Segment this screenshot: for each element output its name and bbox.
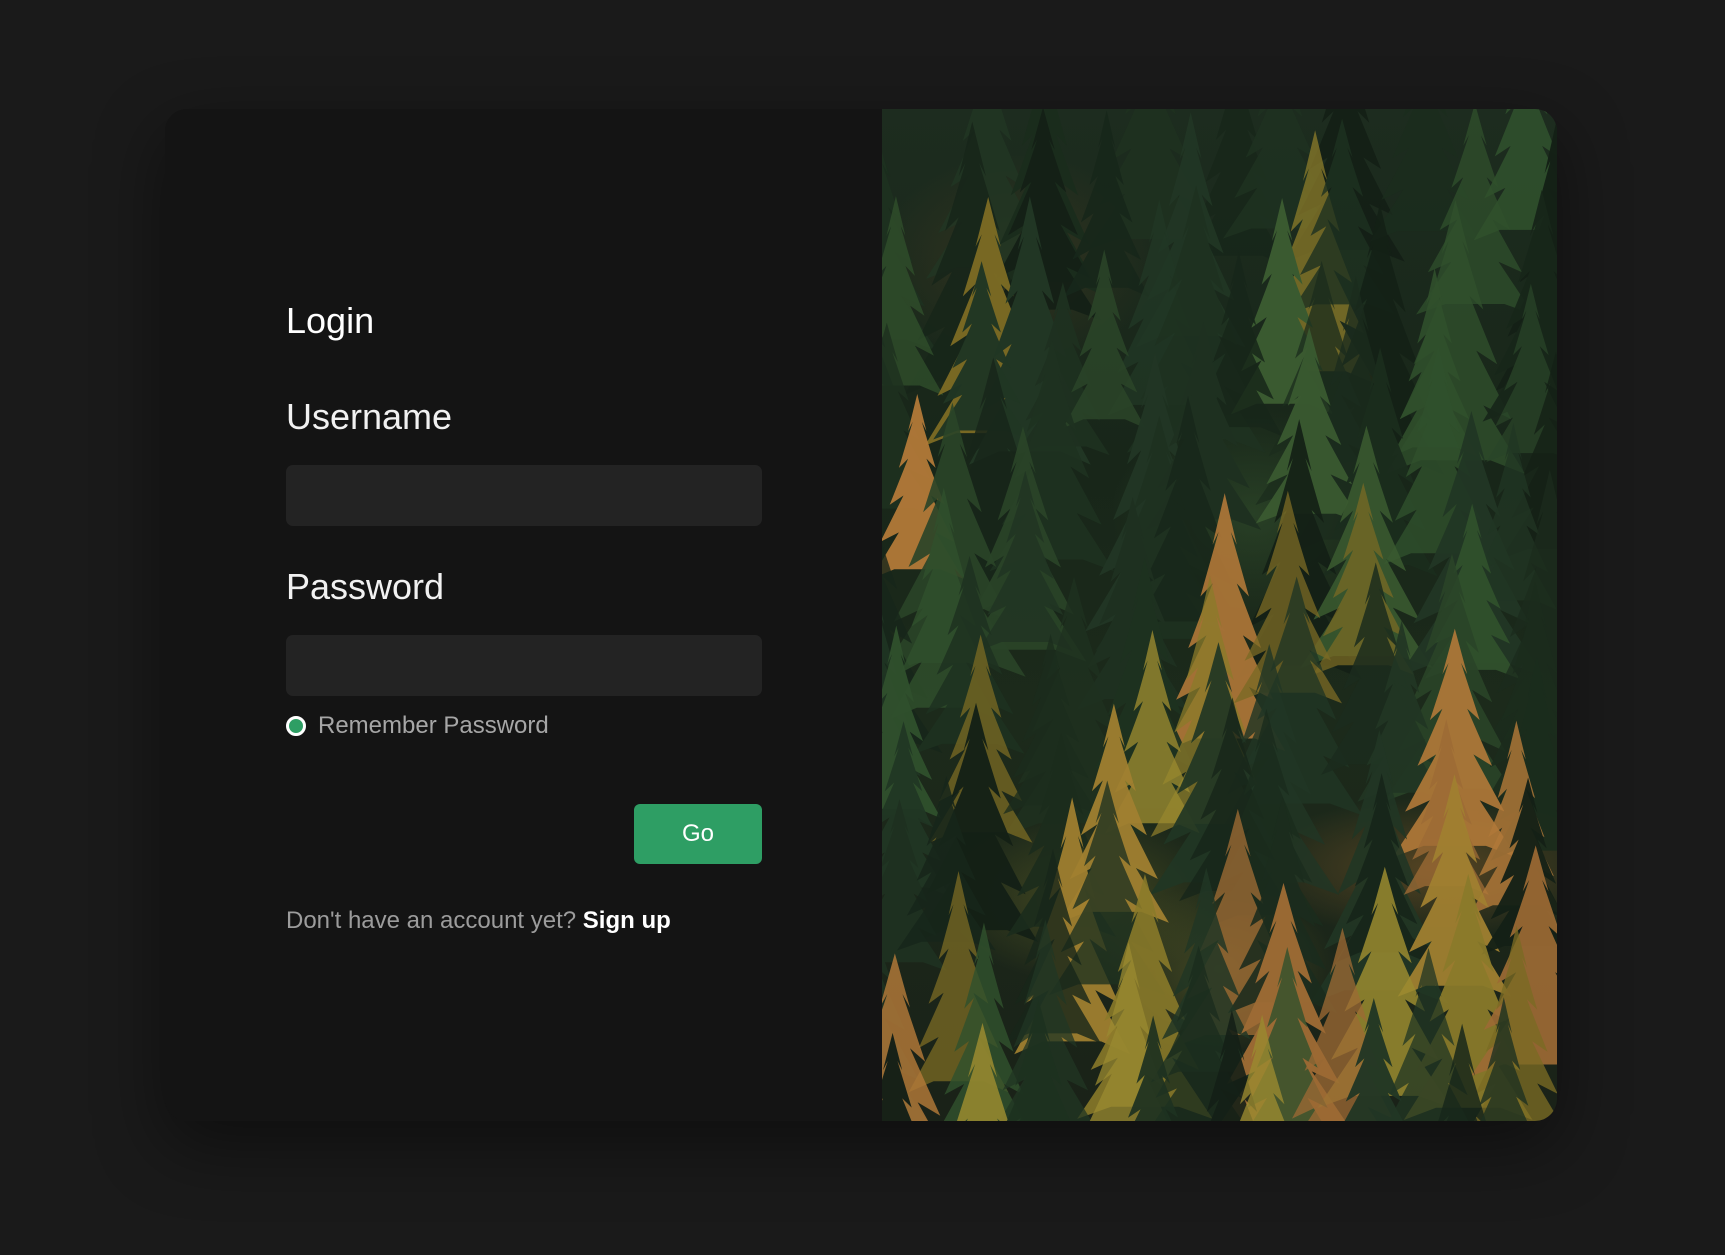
- remember-password-option[interactable]: Remember Password: [286, 712, 549, 740]
- signup-row: Don't have an account yet? Sign up: [286, 906, 671, 936]
- username-input[interactable]: [286, 465, 762, 526]
- forest-illustration: [882, 109, 1557, 1121]
- login-card: Login Username Password Remember Passwor…: [165, 109, 1557, 1121]
- password-label: Password: [286, 566, 445, 607]
- remember-password-radio[interactable]: [286, 716, 306, 736]
- signup-prompt: Don't have an account yet?: [286, 907, 577, 934]
- forest-image: [882, 109, 1557, 1121]
- remember-password-label: Remember Password: [318, 712, 549, 739]
- go-button[interactable]: Go: [634, 804, 762, 864]
- signup-link[interactable]: Sign up: [583, 907, 671, 934]
- login-title: Login: [286, 300, 375, 341]
- login-form-panel: Login Username Password Remember Passwor…: [165, 109, 882, 1121]
- password-input[interactable]: [286, 635, 762, 696]
- username-label: Username: [286, 396, 453, 437]
